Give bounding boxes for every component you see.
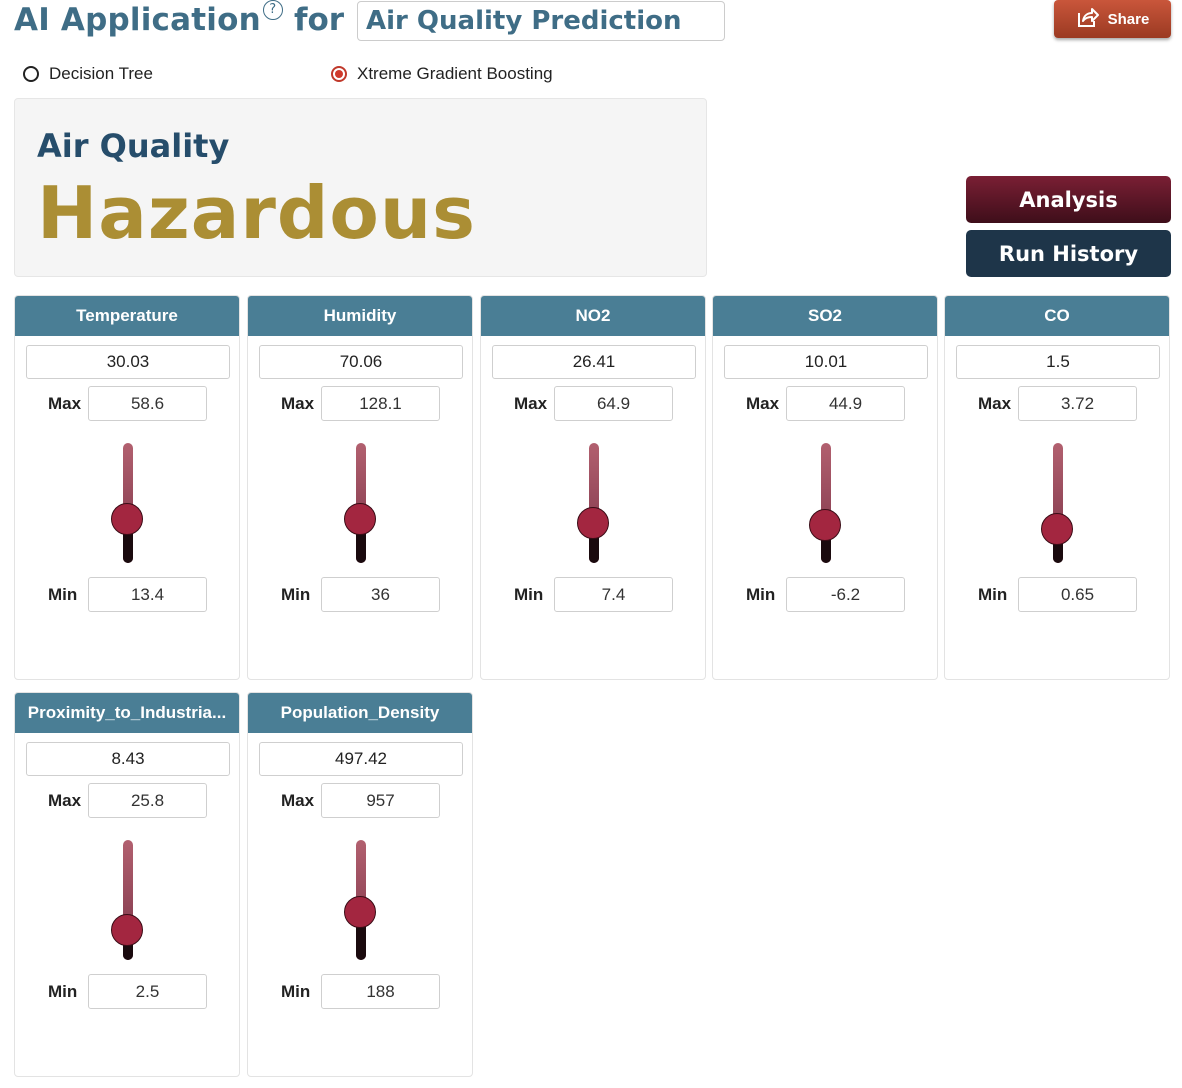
max-value-input[interactable]: 58.6 [88, 386, 207, 421]
feature-name: SO2 [713, 296, 937, 336]
slider-thumb[interactable] [111, 502, 143, 535]
feature-name: NO2 [481, 296, 705, 336]
radio-decision-tree[interactable] [23, 66, 39, 82]
model-option-xgboost[interactable]: Xtreme Gradient Boosting [331, 64, 553, 84]
app-name-field[interactable]: Air Quality Prediction [357, 1, 725, 41]
app-title-text: AI Application [14, 2, 261, 38]
prediction-result-card: Air Quality Hazardous [14, 98, 707, 277]
run-history-button[interactable]: Run History [966, 230, 1171, 277]
max-label: Max [48, 394, 82, 413]
feature-slider[interactable] [344, 840, 376, 960]
max-label: Max [978, 394, 1012, 413]
feature-card-6: Population_Density 497.42 Max 957 Min 18… [247, 692, 473, 1077]
feature-name: Proximity_to_Industria... [15, 693, 239, 733]
min-value-input[interactable]: -6.2 [786, 577, 905, 612]
feature-name: Humidity [248, 296, 472, 336]
min-label: Min [281, 982, 311, 1001]
min-label: Min [514, 585, 544, 604]
min-label: Min [978, 585, 1008, 604]
feature-card-4: CO 1.5 Max 3.72 Min 0.65 [944, 295, 1170, 680]
for-label: for [294, 2, 345, 38]
feature-name: Temperature [15, 296, 239, 336]
slider-thumb[interactable] [111, 914, 143, 946]
max-value-input[interactable]: 44.9 [786, 386, 905, 421]
max-label: Max [514, 394, 548, 413]
max-value-input[interactable]: 25.8 [88, 783, 207, 818]
max-value-input[interactable]: 957 [321, 783, 440, 818]
result-label: Air Quality [37, 127, 230, 165]
share-button[interactable]: Share [1054, 0, 1171, 38]
analysis-button[interactable]: Analysis [966, 176, 1171, 223]
min-label: Min [48, 585, 78, 604]
feature-value-input[interactable]: 70.06 [259, 345, 463, 379]
feature-value-input[interactable]: 497.42 [259, 742, 463, 776]
max-label: Max [281, 394, 315, 413]
min-label: Min [746, 585, 776, 604]
feature-slider[interactable] [1041, 443, 1073, 563]
max-label: Max [746, 394, 780, 413]
min-value-input[interactable]: 36 [321, 577, 440, 612]
feature-card-3: SO2 10.01 Max 44.9 Min -6.2 [712, 295, 938, 680]
min-value-input[interactable]: 188 [321, 974, 440, 1009]
max-value-input[interactable]: 128.1 [321, 386, 440, 421]
min-label: Min [48, 982, 78, 1001]
feature-name: CO [945, 296, 1169, 336]
feature-card-1: Humidity 70.06 Max 128.1 Min 36 [247, 295, 473, 680]
radio-xgboost[interactable] [331, 66, 347, 82]
feature-slider[interactable] [111, 840, 143, 960]
max-value-input[interactable]: 64.9 [554, 386, 673, 421]
model-label: Decision Tree [49, 64, 153, 83]
feature-value-input[interactable]: 10.01 [724, 345, 928, 379]
feature-value-input[interactable]: 26.41 [492, 345, 696, 379]
feature-card-2: NO2 26.41 Max 64.9 Min 7.4 [480, 295, 706, 680]
max-label: Max [48, 791, 82, 810]
feature-name: Population_Density [248, 693, 472, 733]
app-name-text: Air Quality Prediction [366, 6, 682, 36]
help-icon[interactable]: ? [262, 0, 283, 20]
min-label: Min [281, 585, 311, 604]
max-value-input[interactable]: 3.72 [1018, 386, 1137, 421]
app-title: AI Application? [14, 0, 283, 38]
feature-card-5: Proximity_to_Industria... 8.43 Max 25.8 … [14, 692, 240, 1077]
slider-thumb[interactable] [577, 507, 609, 540]
feature-value-input[interactable]: 8.43 [26, 742, 230, 776]
feature-value-input[interactable]: 30.03 [26, 345, 230, 379]
max-label: Max [281, 791, 315, 810]
share-icon [1076, 6, 1100, 32]
result-value: Hazardous [37, 171, 476, 255]
feature-value-input[interactable]: 1.5 [956, 345, 1160, 379]
min-value-input[interactable]: 0.65 [1018, 577, 1137, 612]
min-value-input[interactable]: 2.5 [88, 974, 207, 1009]
feature-slider[interactable] [344, 443, 376, 563]
slider-thumb[interactable] [1041, 513, 1073, 546]
slider-thumb[interactable] [344, 502, 376, 535]
feature-slider[interactable] [577, 443, 609, 563]
feature-slider[interactable] [111, 443, 143, 563]
share-label: Share [1107, 10, 1150, 28]
min-value-input[interactable]: 7.4 [554, 577, 673, 612]
feature-card-0: Temperature 30.03 Max 58.6 Min 13.4 [14, 295, 240, 680]
min-value-input[interactable]: 13.4 [88, 577, 207, 612]
slider-thumb[interactable] [344, 896, 376, 928]
model-option-decision-tree[interactable]: Decision Tree [23, 64, 153, 84]
feature-slider[interactable] [809, 443, 841, 563]
slider-thumb[interactable] [809, 508, 841, 541]
model-label: Xtreme Gradient Boosting [357, 64, 553, 83]
